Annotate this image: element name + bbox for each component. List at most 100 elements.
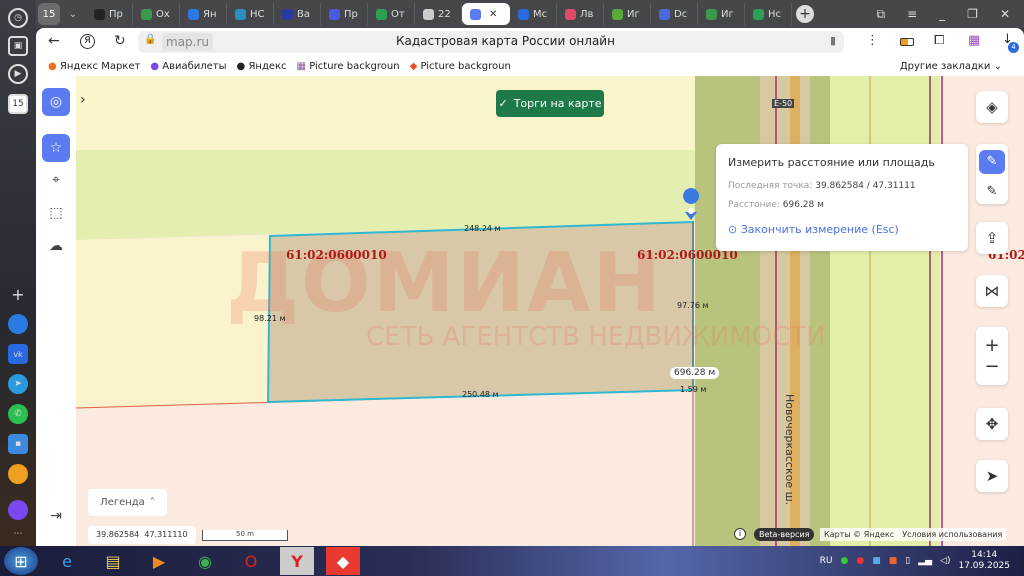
tab-label: Dc xyxy=(674,8,688,20)
telegram-icon[interactable]: ➤ xyxy=(8,374,28,394)
expand-panel-icon[interactable]: › xyxy=(80,92,86,108)
map-left-panel: ◎ › ☆ ⌖ ⬚ ☁ ⇥ xyxy=(36,76,86,546)
tab[interactable]: Ян xyxy=(180,3,227,25)
zoom-controls: + − xyxy=(976,327,1008,385)
other-bookmarks[interactable]: Другие закладки ⌄ xyxy=(900,61,1002,72)
favorites-star-icon[interactable]: ☆ xyxy=(42,134,70,162)
bookmark-yandex-market[interactable]: ● Яндекс Маркет xyxy=(48,61,140,72)
tab[interactable]: Лв xyxy=(557,3,604,25)
tab[interactable]: От xyxy=(368,3,415,25)
more-vertical-icon[interactable]: ⋮ xyxy=(866,33,879,48)
geolocation-icon[interactable]: ➤ xyxy=(976,460,1008,492)
login-icon[interactable]: ⇥ xyxy=(42,502,70,530)
upload-cloud-icon[interactable]: ⇪ xyxy=(976,222,1008,254)
layers-button[interactable]: ◈ xyxy=(976,91,1008,123)
tab[interactable]: Иг xyxy=(604,3,651,25)
zoom-out-button[interactable]: − xyxy=(984,356,999,377)
tray-icon[interactable]: ■ xyxy=(872,556,881,566)
terms-link[interactable]: Условия использования xyxy=(902,528,1002,541)
play-icon[interactable]: ▶ xyxy=(8,64,28,84)
tab[interactable]: Ва xyxy=(274,3,321,25)
yandex-icon[interactable]: Я xyxy=(80,34,95,49)
tab[interactable]: НС xyxy=(227,3,274,25)
rect-select-icon[interactable]: ⬚ xyxy=(42,199,70,227)
vk-icon[interactable]: vk xyxy=(8,344,28,364)
clock[interactable]: 14:14 17.09.2025 xyxy=(958,550,1010,572)
bookmark-avia[interactable]: ● Авиабилеты xyxy=(150,61,226,72)
menu-icon[interactable]: ≡ xyxy=(907,7,917,22)
tabs-icon[interactable]: ⧉ xyxy=(877,7,886,22)
tab[interactable]: Пр xyxy=(321,3,368,25)
start-button[interactable]: ⊞ xyxy=(4,547,38,575)
back-icon[interactable]: ← xyxy=(48,33,60,49)
explorer-icon[interactable]: ▤ xyxy=(96,547,130,575)
zoom-in-button[interactable]: + xyxy=(984,335,999,356)
bookmark-picture-1[interactable]: ▦ Picture backgroun xyxy=(297,61,400,72)
share-icon[interactable]: ⋈ xyxy=(976,275,1008,307)
tab[interactable]: Нс xyxy=(745,3,792,25)
tab[interactable]: Пр xyxy=(86,3,133,25)
odnoklassniki-icon[interactable] xyxy=(8,464,28,484)
tab[interactable]: Иг xyxy=(698,3,745,25)
bookmark-picture-2[interactable]: ◆ Picture backgroun xyxy=(410,61,511,72)
signal-icon[interactable]: ▂▄ xyxy=(918,556,932,566)
close-button[interactable]: ✕ xyxy=(1000,7,1010,22)
finish-measure-link[interactable]: ⊙ Закончить измерение (Esc) xyxy=(728,223,899,236)
info-icon[interactable]: i xyxy=(734,528,746,540)
legend-button[interactable]: Легенда ˄ xyxy=(88,489,167,516)
cloud-icon[interactable]: ☁ xyxy=(42,232,70,260)
alice-icon[interactable] xyxy=(8,500,28,520)
battery-icon[interactable] xyxy=(900,38,914,46)
history-icon[interactable]: ◷ xyxy=(8,8,28,28)
language-indicator[interactable]: RU xyxy=(820,556,833,566)
new-tab-button[interactable]: + xyxy=(796,5,814,23)
restore-button[interactable]: ❐ xyxy=(967,7,978,22)
tab[interactable]: ✕ xyxy=(462,3,510,25)
app-logo-icon[interactable]: ◎ xyxy=(42,88,70,116)
distance-value: 696.28 м xyxy=(782,200,824,210)
chrome-icon[interactable]: ◉ xyxy=(188,547,222,575)
app-icon[interactable] xyxy=(8,314,28,334)
edit-icon[interactable]: ✎ xyxy=(987,184,998,199)
collections-icon[interactable]: ▣ xyxy=(8,36,28,56)
volume-icon[interactable]: ◁) xyxy=(940,556,950,566)
bookmark-icon[interactable]: ▮ xyxy=(830,34,836,47)
beta-badge[interactable]: Beta-версия xyxy=(754,528,815,541)
battery-tray-icon[interactable]: ▯ xyxy=(905,556,910,566)
pan-icon[interactable]: ✥ xyxy=(976,408,1008,440)
more-icon[interactable]: ⋯ xyxy=(8,524,28,544)
yandex-browser-icon[interactable]: Y xyxy=(280,547,314,575)
url-field[interactable]: 🔒 map.ru Кадастровая карта России онлайн… xyxy=(138,31,844,53)
close-tab-icon[interactable]: ✕ xyxy=(489,9,497,20)
tab-favicon-icon xyxy=(376,8,387,20)
tab-label: Пр xyxy=(344,8,358,20)
extensions-icon[interactable]: ⧠ xyxy=(934,33,944,48)
reload-icon[interactable]: ↻ xyxy=(114,33,126,49)
media-player-icon[interactable]: ▶ xyxy=(142,547,176,575)
ie-icon[interactable]: e xyxy=(50,547,84,575)
tab[interactable]: Ох xyxy=(133,3,180,25)
polygon-select-icon[interactable]: ⌖ xyxy=(42,166,70,194)
ruler-icon[interactable]: ✎ xyxy=(979,149,1005,174)
apps-icon[interactable]: ▪ xyxy=(8,434,28,454)
bookmark-yandex[interactable]: ● Яндекс xyxy=(237,61,287,72)
tab[interactable]: 22 xyxy=(415,3,462,25)
tray-yandex-icon[interactable]: ● xyxy=(856,556,864,566)
extension-icon[interactable]: ▦ xyxy=(968,33,980,48)
parcel-label[interactable]: 61:02:0600010 xyxy=(286,248,387,262)
tray-icon[interactable]: ● xyxy=(840,556,848,566)
badge-15[interactable]: 15 xyxy=(8,94,28,114)
add-icon[interactable]: + xyxy=(8,284,28,304)
whatsapp-icon[interactable]: ✆ xyxy=(8,404,28,424)
edge-label-left: 98.21 м xyxy=(254,314,286,323)
minimize-button[interactable]: _ xyxy=(939,7,945,22)
tab-label: Иг xyxy=(721,8,734,20)
tab-group-badge[interactable]: 15 xyxy=(38,3,60,25)
opera-icon[interactable]: O xyxy=(234,547,268,575)
tray-icon[interactable]: ■ xyxy=(889,556,898,566)
tab[interactable]: Dc xyxy=(651,3,698,25)
anydesk-icon[interactable]: ◆ xyxy=(326,547,360,575)
auction-button[interactable]: ✓ Торги на карте xyxy=(496,90,604,117)
tab[interactable]: Мс xyxy=(510,3,557,25)
chevron-down-icon[interactable]: ⌄ xyxy=(60,9,86,20)
